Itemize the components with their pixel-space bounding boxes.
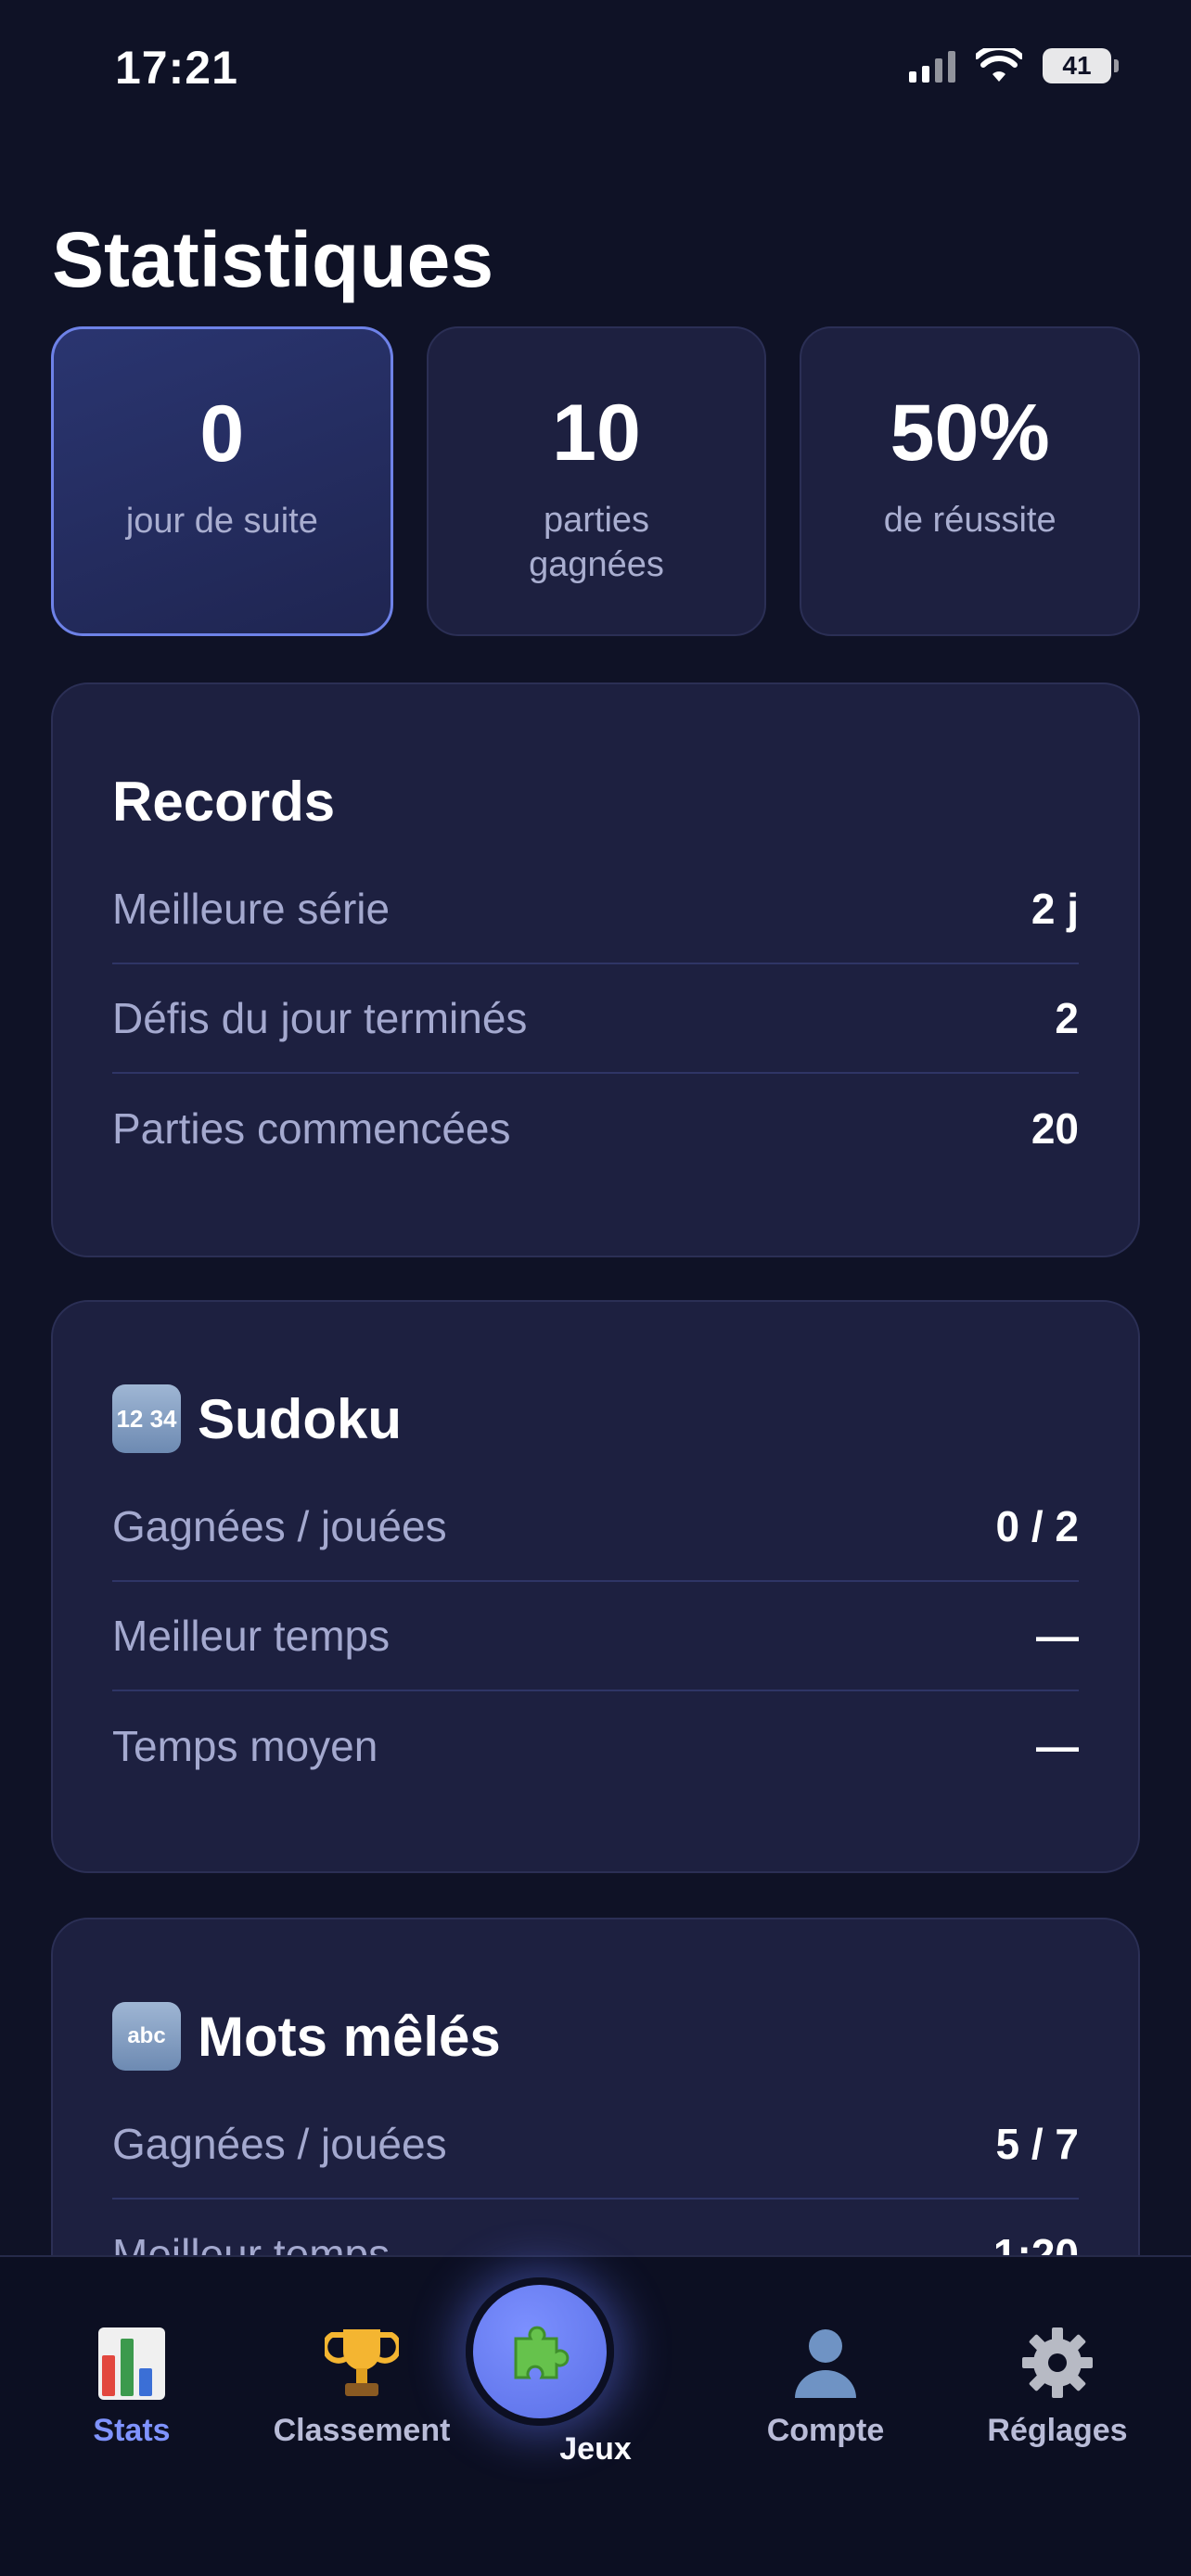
tab-bar: Stats Classement Jeux Compte Réglages [0, 2255, 1191, 2576]
record-row: Défis du jour terminés 2 [112, 964, 1079, 1074]
sudoku-numbers-icon: 12 34 [112, 1384, 181, 1453]
word-search-title: Mots mêlés [198, 2005, 501, 2068]
battery-icon: 41 [1043, 48, 1119, 83]
stat-label: Meilleur temps [112, 1612, 391, 1660]
page-title: Statistiques [52, 216, 494, 303]
puzzle-piece-icon [514, 2326, 570, 2379]
success-rate-label: de réussite [883, 501, 1057, 540]
record-row: Parties commencées 20 [112, 1074, 1079, 1183]
tab-ranking[interactable]: Classement [260, 2316, 464, 2449]
bar-chart-icon [98, 2327, 165, 2400]
tab-settings[interactable]: Réglages [955, 2316, 1159, 2449]
abc-icon: abc [112, 2002, 181, 2071]
tab-settings-label: Réglages [987, 2413, 1128, 2448]
tab-games[interactable]: Jeux [466, 2277, 698, 2468]
sudoku-stat-row: Gagnées / jouées 0 / 2 [112, 1473, 1079, 1582]
status-bar: 17:21 41 [0, 0, 1191, 139]
sudoku-title: Sudoku [198, 1387, 402, 1450]
records-card: Records Meilleure série 2 j Défis du jou… [51, 682, 1140, 1257]
streak-stat-card: 0 jour de suite [51, 326, 393, 636]
wins-stat-card: 10 parties gagnées [426, 326, 767, 636]
tab-account-label: Compte [766, 2413, 885, 2448]
cellular-signal-icon [909, 49, 955, 83]
success-rate-value: 50% [890, 389, 1050, 478]
stat-value: — [1036, 1722, 1079, 1770]
success-rate-stat-card: 50% de réussite [800, 326, 1141, 636]
stat-label: Gagnées / jouées [112, 2120, 447, 2168]
gear-icon [1022, 2327, 1093, 2398]
word-search-stat-row: Gagnées / jouées 5 / 7 [112, 2090, 1079, 2200]
sudoku-stat-row: Meilleur temps — [112, 1582, 1079, 1691]
record-label: Parties commencées [112, 1104, 511, 1153]
streak-label: jour de suite [125, 502, 318, 541]
stat-label: Gagnées / jouées [112, 1502, 447, 1550]
sudoku-stat-row: Temps moyen — [112, 1691, 1079, 1801]
stat-value: 5 / 7 [995, 2120, 1079, 2168]
record-row: Meilleure série 2 j [112, 855, 1079, 964]
stat-value: 0 / 2 [995, 1502, 1079, 1550]
stat-label: Temps moyen [112, 1722, 378, 1770]
user-icon [795, 2329, 856, 2398]
streak-value: 0 [199, 389, 245, 478]
games-fab-button[interactable] [466, 2277, 614, 2426]
wifi-icon [976, 48, 1022, 82]
sudoku-card: 12 34 Sudoku Gagnées / jouées 0 / 2 Meil… [51, 1300, 1140, 1873]
summary-stats: 0 jour de suite 10 parties gagnées 50% d… [51, 326, 1141, 636]
status-icons: 41 [909, 48, 1119, 83]
tab-account[interactable]: Compte [724, 2316, 928, 2449]
trophy-icon [325, 2329, 399, 2396]
record-value: 2 [1055, 994, 1079, 1042]
wins-label: parties gagnées [529, 501, 664, 584]
tab-games-label: Jeux [559, 2431, 632, 2467]
status-time: 17:21 [115, 42, 238, 94]
sudoku-title-row: 12 34 Sudoku [112, 1378, 1079, 1460]
tab-stats-label: Stats [93, 2413, 171, 2448]
word-search-title-row: abc Mots mêlés [112, 1996, 1079, 2077]
stat-value: — [1036, 1612, 1079, 1660]
tab-ranking-label: Classement [273, 2413, 451, 2448]
record-label: Meilleure série [112, 885, 391, 933]
records-title: Records [112, 770, 336, 833]
tab-stats[interactable]: Stats [30, 2316, 234, 2449]
record-value: 20 [1031, 1104, 1079, 1153]
record-label: Défis du jour terminés [112, 994, 528, 1042]
wins-value: 10 [552, 389, 641, 478]
record-value: 2 j [1031, 885, 1079, 933]
